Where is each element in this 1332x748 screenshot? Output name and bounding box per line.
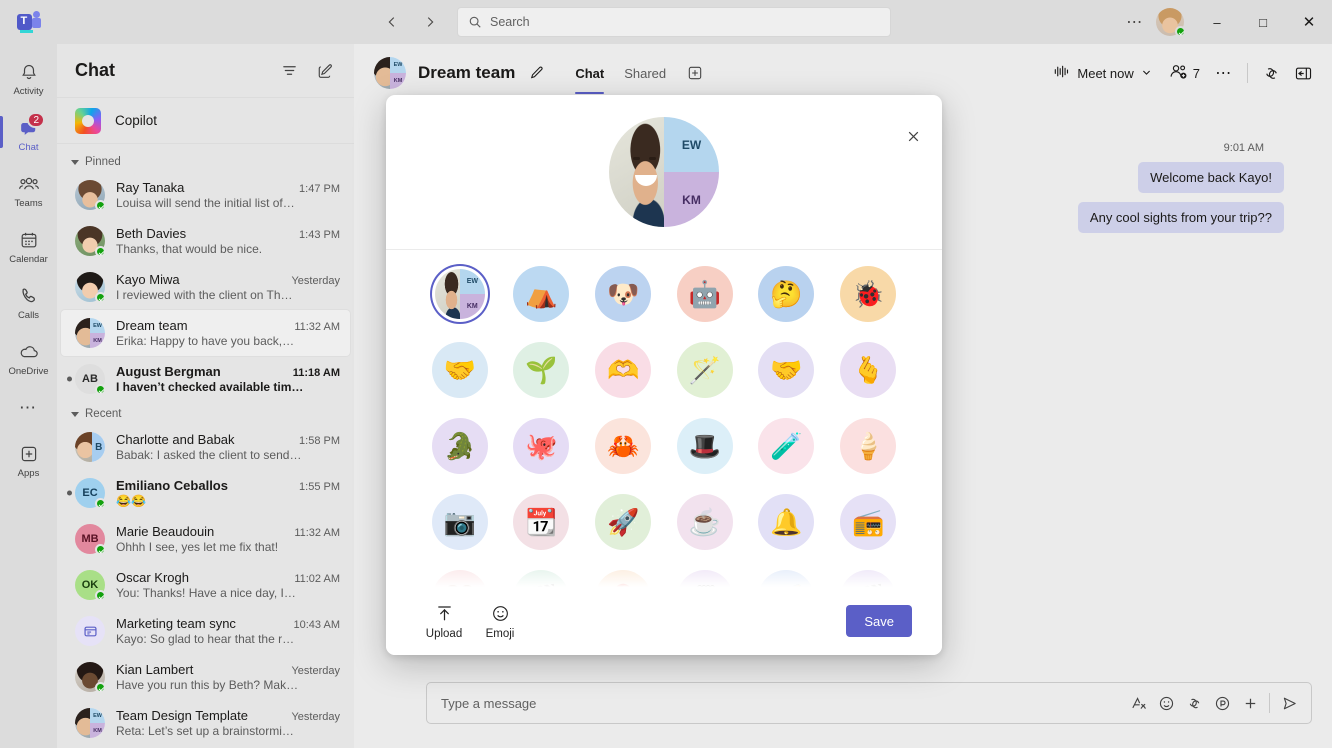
bug-avatar[interactable]: 🐞	[840, 266, 897, 322]
seedling-hand-avatar[interactable]: 🌱	[513, 342, 570, 398]
avatar-option-graphic: 🤝	[758, 342, 815, 398]
avatar-option-graphic: 🔔	[758, 494, 815, 550]
brown-heart-avatar[interactable]: 🤎	[431, 570, 488, 587]
avatar-option-graphic: 📆	[513, 494, 570, 550]
avatar-option-graphic: 🎬	[513, 570, 570, 587]
potion-avatar[interactable]: 🧪	[758, 418, 815, 474]
crocodile-avatar[interactable]: 🐊	[431, 418, 488, 474]
camera-avatar[interactable]: 📷	[431, 494, 488, 550]
magic-hat-rabbit-avatar[interactable]: 🎩	[676, 418, 733, 474]
thinking-face-avatar[interactable]: 🤔	[758, 266, 815, 322]
avatar-option-graphic: 🎬	[840, 570, 897, 587]
avatar-option-graphic: 🫰	[840, 342, 897, 398]
bell-avatar[interactable]: 🔔	[758, 494, 815, 550]
save-button[interactable]: Save	[846, 605, 912, 637]
upload-icon	[435, 603, 454, 625]
avatar-option-graphic: 🍦	[840, 418, 897, 474]
current-avatar-preview: EW KM	[386, 95, 942, 250]
avatar-option-graphic: 🌱	[513, 342, 570, 398]
avatar-option-graphic: 🐊	[431, 418, 488, 474]
hot-air-balloon-avatar[interactable]: 🎈	[595, 570, 652, 587]
whiteboard-avatar[interactable]: 🗒	[676, 570, 733, 587]
avatar-option-graphic: 🤎	[431, 570, 488, 587]
avatar-initials-top: EW	[459, 269, 485, 294]
emoji-button[interactable]: Emoji	[472, 603, 528, 640]
calendar-avatar[interactable]: 📆	[513, 494, 570, 550]
hero-initials-top: EW	[664, 117, 719, 172]
film-reel-avatar[interactable]: 🎬	[513, 570, 570, 587]
emoji-label: Emoji	[485, 627, 515, 640]
dialog-footer: Upload Emoji Save	[386, 587, 942, 655]
heart-hands-avatar[interactable]: 🫰	[840, 342, 897, 398]
avatar-option-graphic: 🐙	[513, 418, 570, 474]
avatar-option-graphic: ☕	[676, 494, 733, 550]
avatar-option-graphic: 🧪	[758, 418, 815, 474]
emoji-icon	[491, 603, 510, 625]
video-folder-avatar[interactable]: 🎬	[840, 570, 897, 587]
teacup-avatar[interactable]: ☕	[676, 494, 733, 550]
crab-avatar[interactable]: 🦀	[595, 418, 652, 474]
avatar-option-graphic: 🪄	[676, 342, 733, 398]
upload-button[interactable]: Upload	[416, 603, 472, 640]
avatar-option-graphic: 🎩	[676, 418, 733, 474]
avatar-option-graphic: 🤖	[676, 266, 733, 322]
guitar-avatar[interactable]: 🎸	[758, 570, 815, 587]
magic-wand-avatar[interactable]: 🪄	[676, 342, 733, 398]
avatar-option-graphic: 🐶	[595, 266, 652, 322]
rocket-avatar[interactable]: 🚀	[595, 494, 652, 550]
octopus-avatar[interactable]: 🐙	[513, 418, 570, 474]
avatar-option-graphic: 🤝	[431, 342, 488, 398]
avatar-grid: EWKM ⛺ 🐶 🤖 🤔 🐞 🤝 🌱 🫶 🪄 🤝 🫰 🐊 🐙 🦀 🎩 🧪 🍦 📷 📆 🚀 ☕ 🔔 📻 🤎 🎬 🎈 🗒 🎸 🎬	[430, 266, 898, 587]
upload-label: Upload	[425, 627, 463, 640]
change-avatar-dialog: EW KM EWKM⛺🐶🤖🤔🐞🤝🌱🫶🪄🤝🫰🐊🐙🦀🎩🧪🍦📷📆🚀☕🔔📻🤎🎬🎈🗒🎸🎬 …	[386, 95, 942, 655]
avatar-picker-scroll[interactable]: EWKM ⛺ 🐶 🤖 🤔 🐞 🤝 🌱 🫶 🪄 🤝 🫰 🐊 🐙 🦀 🎩 🧪 🍦 📷 📆 🚀 ☕ 🔔 📻 🤎 🎬 🎈 🗒 🎸 🎬	[386, 250, 942, 587]
modal-overlay: EW KM EWKM⛺🐶🤖🤔🐞🤝🌱🫶🪄🤝🫰🐊🐙🦀🎩🧪🍦📷📆🚀☕🔔📻🤎🎬🎈🗒🎸🎬 …	[0, 0, 1332, 748]
hero-initials-bottom: KM	[664, 172, 719, 227]
robot-avatar[interactable]: 🤖	[676, 266, 733, 322]
handshake-avatar[interactable]: 🤝	[431, 342, 488, 398]
avatar-option-graphic: 🤔	[758, 266, 815, 322]
dog-avatar[interactable]: 🐶	[595, 266, 652, 322]
avatar-option-graphic: 🗒	[676, 570, 733, 587]
avatar-option-graphic: 🫶	[595, 342, 652, 398]
current-group-avatar[interactable]: EW KM	[432, 266, 488, 322]
teams-app-window: Search ⋯ – □ ✕ Activity 2 Chat	[0, 0, 1332, 748]
avatar-option-graphic: 🎈	[595, 570, 652, 587]
hero-avatar: EW KM	[609, 117, 719, 227]
avatar-option-graphic: 📻	[840, 494, 897, 550]
avatar-option-graphic: 🐞	[840, 266, 897, 322]
avatar-option-graphic: 🦀	[595, 418, 652, 474]
avatar-option-graphic: 📷	[431, 494, 488, 550]
avatar-option-graphic: 🎸	[758, 570, 815, 587]
shake-hands-avatar[interactable]: 🤝	[758, 342, 815, 398]
avatar-option-graphic: 🚀	[595, 494, 652, 550]
avatar-initials-bottom: KM	[459, 294, 485, 319]
avatar-option-graphic: ⛺	[513, 266, 570, 322]
close-icon[interactable]	[898, 121, 928, 151]
avatar-option-graphic: EW KM	[434, 269, 485, 319]
holding-heart-avatar[interactable]: 🫶	[595, 342, 652, 398]
ice-cream-avatar[interactable]: 🍦	[840, 418, 897, 474]
radio-avatar[interactable]: 📻	[840, 494, 897, 550]
camping-avatar[interactable]: ⛺	[513, 266, 570, 322]
